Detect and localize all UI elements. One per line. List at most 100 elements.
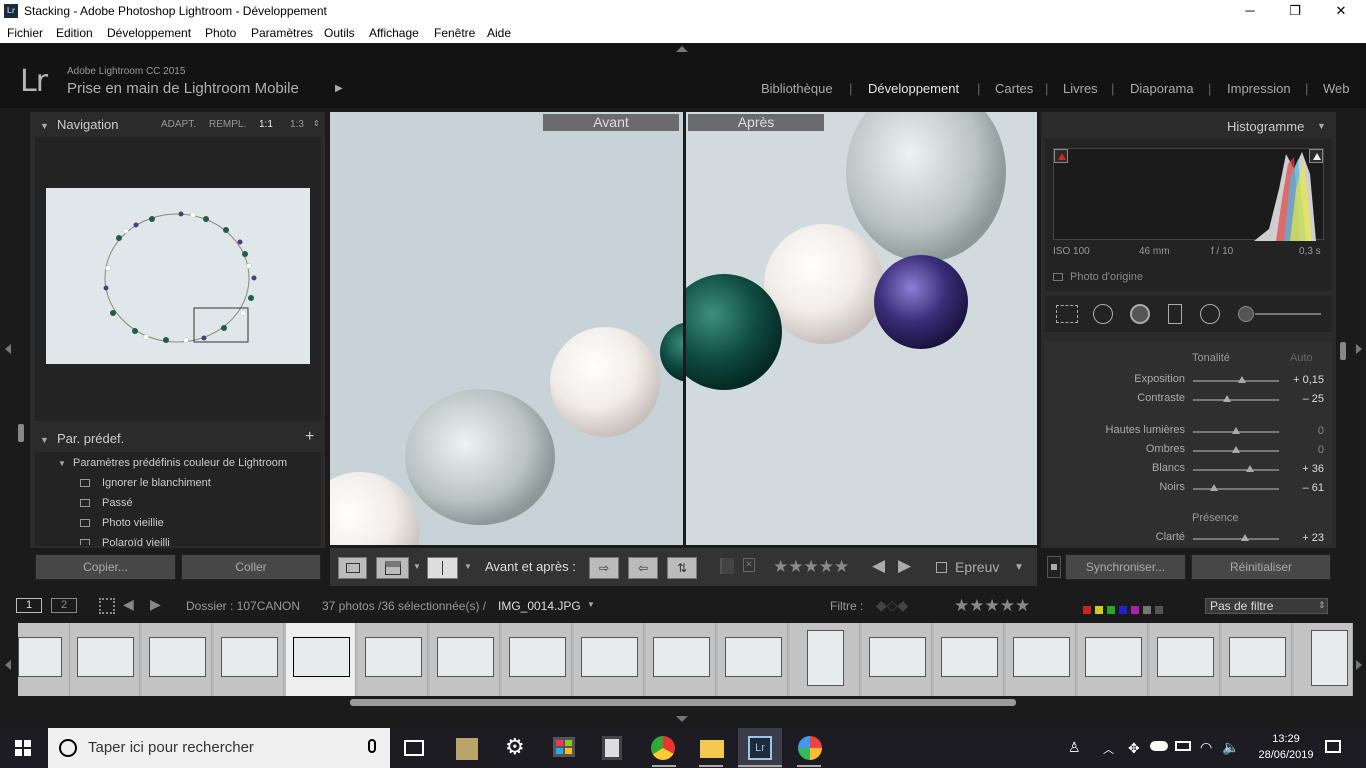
filter-preset-select[interactable]: Pas de filtre xyxy=(1205,598,1328,614)
auto-tone-button[interactable]: Auto xyxy=(1290,352,1313,364)
module-web[interactable]: Web xyxy=(1323,81,1350,96)
slider-knob[interactable] xyxy=(1223,395,1232,402)
paste-button[interactable]: Coller xyxy=(181,554,321,580)
folder-source[interactable]: Dossier : 107CANON xyxy=(186,599,300,613)
slider-knob[interactable] xyxy=(1209,484,1218,491)
copy-before-to-after-icon[interactable]: ⇨ xyxy=(589,557,619,579)
module-impression[interactable]: Impression xyxy=(1227,81,1291,96)
flag-icon[interactable] xyxy=(720,558,734,574)
brush-slider[interactable] xyxy=(1255,313,1321,315)
original-photo-checkbox[interactable] xyxy=(1053,273,1063,281)
clarity-value[interactable]: + 23 xyxy=(1284,532,1324,544)
preset-item[interactable]: Passé xyxy=(102,497,133,509)
filmstrip-thumbnail[interactable] xyxy=(790,623,860,696)
primary-screen-button[interactable]: 1 xyxy=(16,598,42,613)
module-bibliotheque[interactable]: Bibliothèque xyxy=(761,81,833,96)
chrome-icon[interactable] xyxy=(651,736,675,760)
right-panel-scrollbar[interactable] xyxy=(1340,342,1346,360)
left-panel-scrollbar[interactable] xyxy=(18,424,24,442)
graduated-filter-icon[interactable] xyxy=(1168,304,1182,324)
slider-knob[interactable] xyxy=(1232,427,1240,434)
preset-item[interactable]: Polaroïd vieilli xyxy=(102,537,170,546)
app-icon[interactable] xyxy=(456,738,478,760)
menu-outils[interactable]: Outils xyxy=(324,26,355,40)
layout-menu-icon[interactable]: ▼ xyxy=(413,562,421,571)
menu-parametres[interactable]: Paramètres xyxy=(251,26,313,40)
highlight-clipping-icon[interactable] xyxy=(1309,149,1323,163)
radial-filter-icon[interactable] xyxy=(1200,304,1220,324)
zoom-fill[interactable]: REMPL. xyxy=(209,119,246,130)
clock-time[interactable]: 13:29 xyxy=(1258,733,1314,745)
flag-filter-icon[interactable]: ◆◇◆ xyxy=(876,597,934,613)
current-filename[interactable]: IMG_0014.JPG xyxy=(498,599,581,613)
slider-value[interactable]: 0 xyxy=(1284,444,1324,456)
slider-knob[interactable] xyxy=(1238,376,1247,383)
clarity-slider[interactable] xyxy=(1193,538,1279,540)
minimize-button[interactable]: ─ xyxy=(1227,0,1273,23)
filmstrip-thumbnail[interactable] xyxy=(18,623,70,696)
red-eye-icon[interactable] xyxy=(1130,304,1150,324)
after-image[interactable] xyxy=(686,112,1037,545)
filmstrip-thumbnail[interactable] xyxy=(502,623,572,696)
auto-sync-switch[interactable] xyxy=(1047,556,1061,578)
filmstrip-thumbnail[interactable] xyxy=(1222,623,1292,696)
filmstrip-thumbnail[interactable] xyxy=(718,623,788,696)
filmstrip-thumbnail[interactable] xyxy=(214,623,284,696)
filmstrip-thumbnail[interactable] xyxy=(1006,623,1076,696)
slider-value[interactable]: 0 xyxy=(1284,425,1324,437)
color-label-filter[interactable] xyxy=(1083,601,1171,614)
secondary-screen-button[interactable]: 2 xyxy=(51,598,77,613)
swap-before-after-icon[interactable]: ⇅ xyxy=(667,557,697,579)
zoom-ratio[interactable]: 1:3 xyxy=(290,119,304,130)
microphone-icon[interactable] xyxy=(368,739,376,753)
task-view-icon[interactable] xyxy=(404,740,424,756)
filmstrip-scrollbar[interactable] xyxy=(350,699,1016,706)
menu-fenetre[interactable]: Fenêtre xyxy=(434,26,475,40)
soft-proof-checkbox[interactable] xyxy=(936,562,947,573)
module-cartes[interactable]: Cartes xyxy=(995,81,1033,96)
adjustment-brush-icon[interactable] xyxy=(1238,306,1254,322)
forward-arrow-icon[interactable]: ▶ xyxy=(150,596,161,613)
filmstrip-thumbnail[interactable] xyxy=(646,623,716,696)
menu-aide[interactable]: Aide xyxy=(487,26,511,40)
close-button[interactable]: ✕ xyxy=(1318,0,1364,23)
shadow-clipping-icon[interactable] xyxy=(1054,149,1068,163)
filmstrip-thumbnail[interactable] xyxy=(430,623,500,696)
taskbar-search[interactable]: Taper ici pour rechercher xyxy=(48,728,390,768)
slider-track[interactable] xyxy=(1193,469,1279,471)
zoom-1-1[interactable]: 1:1 xyxy=(259,119,273,130)
sync-button[interactable]: Synchroniser... xyxy=(1065,554,1186,580)
collapse-top-panel-icon[interactable] xyxy=(676,46,688,52)
menu-edition[interactable]: Edition xyxy=(56,26,93,40)
slider-track[interactable] xyxy=(1193,488,1279,490)
slider-track[interactable] xyxy=(1193,399,1279,401)
copy-button[interactable]: Copier... xyxy=(35,554,176,580)
filter-select-icon[interactable]: ⇕ xyxy=(1318,600,1326,611)
back-arrow-icon[interactable]: ◀ xyxy=(123,596,134,613)
menu-fichier[interactable]: Fichier xyxy=(7,26,43,40)
filmstrip-thumbnail[interactable] xyxy=(1294,623,1353,696)
collapse-filmstrip-icon[interactable] xyxy=(676,716,688,722)
identity-arrow-icon[interactable]: ▶ xyxy=(335,83,343,94)
split-menu-icon[interactable]: ▼ xyxy=(464,562,472,571)
menu-affichage[interactable]: Affichage xyxy=(369,26,419,40)
filename-menu-icon[interactable]: ▼ xyxy=(587,600,595,609)
presets-collapse-icon[interactable]: ▼ xyxy=(40,435,49,445)
histogram-collapse-icon[interactable]: ▼ xyxy=(1317,121,1326,131)
loupe-view-button[interactable] xyxy=(338,557,367,579)
wifi-icon[interactable]: ◠ xyxy=(1200,739,1212,756)
slider-value[interactable]: + 36 xyxy=(1284,463,1324,475)
filmstrip-thumbnail-selected[interactable] xyxy=(286,623,356,696)
reset-button[interactable]: Réinitialiser xyxy=(1191,554,1331,580)
onedrive-icon[interactable] xyxy=(1150,741,1168,751)
next-photo-icon[interactable]: ▶ xyxy=(898,556,911,576)
clarity-knob[interactable] xyxy=(1240,534,1249,541)
store-icon[interactable] xyxy=(553,737,577,761)
collapse-left-panel-icon[interactable] xyxy=(5,344,11,354)
rating-filter-stars[interactable]: ★★★★★ xyxy=(954,596,1030,616)
rating-stars[interactable]: ★★★★★ xyxy=(773,557,849,577)
slider-value[interactable]: – 25 xyxy=(1284,393,1324,405)
notifications-icon[interactable] xyxy=(1325,740,1341,753)
split-view-button[interactable] xyxy=(427,557,458,579)
zoom-fit[interactable]: ADAPT. xyxy=(161,119,196,130)
